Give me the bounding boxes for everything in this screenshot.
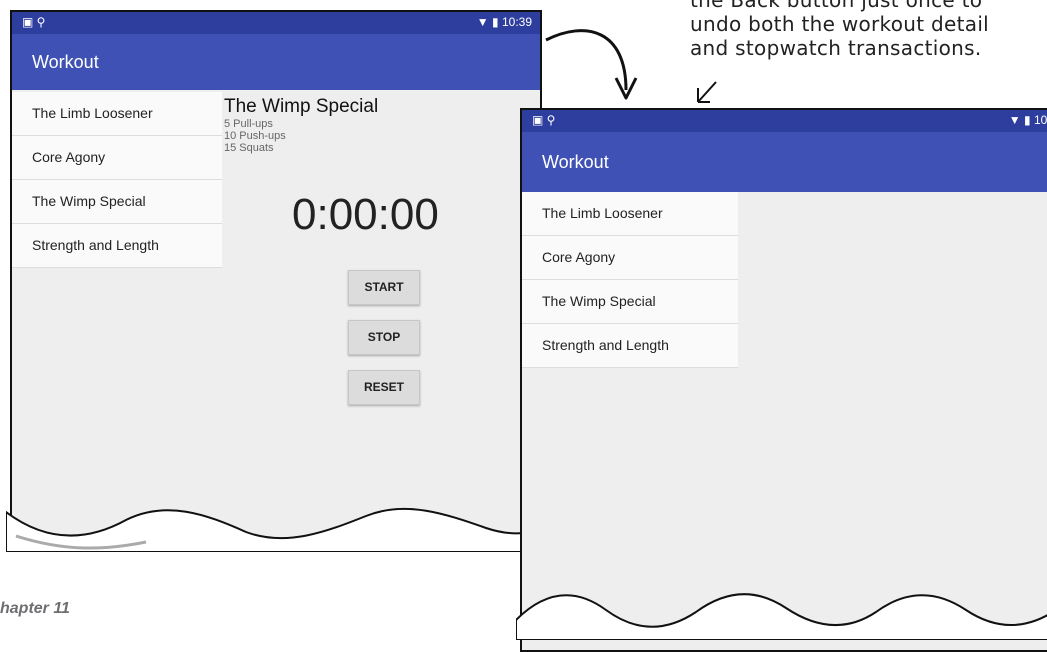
- annotation-line: undo both the workout detail: [690, 12, 990, 36]
- transition-arrow: [545, 29, 638, 100]
- app-title: Workout: [32, 52, 99, 72]
- battery-icon: ▮: [1024, 113, 1031, 127]
- workout-detail: The Wimp Special 5 Pull-ups 10 Push-ups …: [224, 96, 378, 154]
- exercise-line: 15 Squats: [224, 142, 274, 154]
- list-item[interactable]: The Wimp Special: [522, 280, 738, 324]
- torn-edge-right: [516, 593, 1047, 640]
- list-item[interactable]: Core Agony: [12, 136, 222, 180]
- right-tablet-screen: ▣ ⚲ ▼ ▮ 10:40 Workout The Limb Loosener …: [520, 108, 1047, 652]
- chapter-label: hapter 11: [0, 600, 70, 617]
- left-tablet-screen: ▣ ⚲ ▼ ▮ 10:39 Workout The Limb Loosener …: [10, 10, 542, 544]
- list-item[interactable]: The Limb Loosener: [522, 192, 738, 236]
- status-bar: ▣ ⚲ ▼ ▮ 10:40: [522, 110, 1047, 132]
- notification-icons: ▣ ⚲: [22, 15, 46, 29]
- torn-edge-left: [6, 507, 546, 552]
- battery-icon: ▮: [492, 15, 499, 29]
- app-bar: Workout: [12, 34, 540, 90]
- list-item[interactable]: Strength and Length: [12, 224, 222, 268]
- status-bar: ▣ ⚲ ▼ ▮ 10:39: [12, 12, 540, 34]
- list-item[interactable]: The Wimp Special: [12, 180, 222, 224]
- list-item[interactable]: The Limb Loosener: [12, 92, 222, 136]
- exercise-line: 5 Pull-ups: [224, 118, 273, 130]
- stop-button[interactable]: STOP: [348, 320, 420, 355]
- workout-list: The Limb Loosener Core Agony The Wimp Sp…: [12, 92, 222, 268]
- notification-icons: ▣ ⚲: [532, 113, 556, 127]
- annotation-pointer: [697, 81, 717, 103]
- workout-title: The Wimp Special: [224, 96, 379, 117]
- app-title: Workout: [542, 152, 609, 172]
- annotation-line: the Back button just once to: [690, 0, 983, 12]
- status-time: 10:39: [501, 15, 532, 29]
- start-button[interactable]: START: [348, 270, 420, 305]
- list-item[interactable]: Core Agony: [522, 236, 738, 280]
- stopwatch-time: 0:00:00: [292, 190, 439, 239]
- annotation-line: and stopwatch transactions.: [690, 36, 982, 60]
- exercise-line: 10 Push-ups: [224, 130, 286, 142]
- annotation-text: the Back button just once to undo both t…: [690, 0, 989, 60]
- status-time: 10:40: [1033, 113, 1047, 127]
- wifi-icon: ▼: [1008, 113, 1021, 127]
- app-bar: Workout: [522, 132, 1047, 192]
- reset-button[interactable]: RESET: [348, 370, 420, 405]
- list-item[interactable]: Strength and Length: [522, 324, 738, 368]
- workout-list: The Limb Loosener Core Agony The Wimp Sp…: [522, 192, 738, 368]
- wifi-icon: ▼: [476, 15, 489, 29]
